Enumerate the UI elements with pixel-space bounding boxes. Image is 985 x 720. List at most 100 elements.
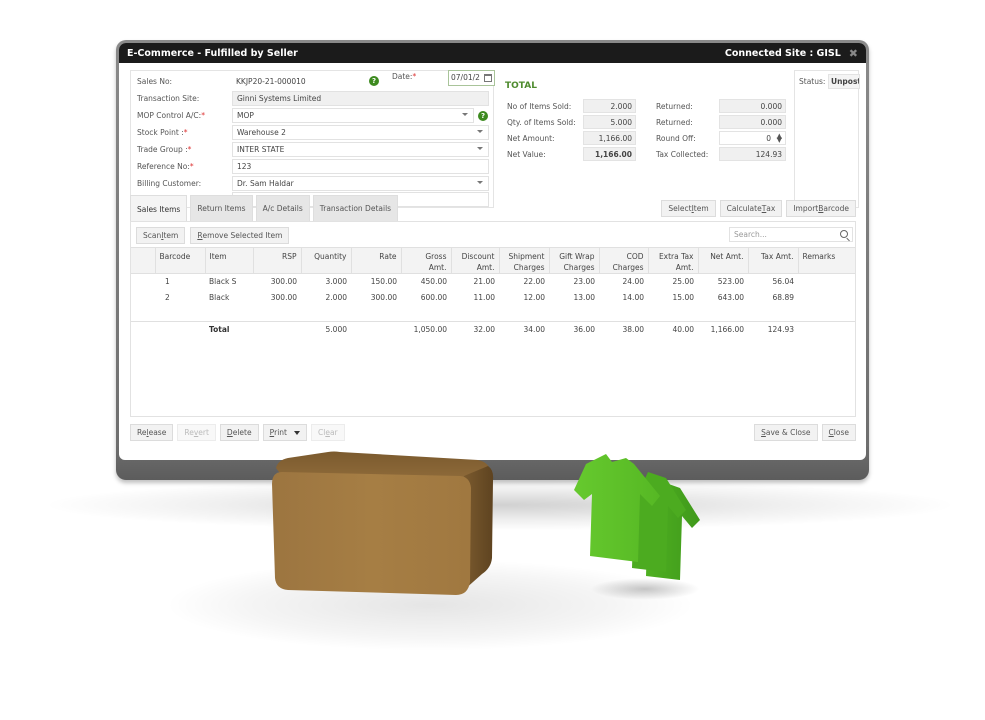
clear-button[interactable]: Cl e ar [310,424,345,441]
col-header-rate[interactable]: Rate [351,247,402,274]
btn-text: ease [148,428,167,437]
release-button[interactable]: Re l ease [130,424,174,441]
btn-text: Import [793,204,819,213]
col-header-item[interactable]: Item [205,247,254,274]
net-amount-value: 1,166.00 [583,131,636,145]
search-input[interactable]: Search... [729,227,853,242]
cell-cod-charges[interactable]: 14.00 [599,290,648,306]
btn-text: Cl [317,428,326,437]
col-header-net-amt[interactable]: Net Amt. [698,247,749,274]
billing-customer-select[interactable]: Dr. Sam Haldar [232,176,489,191]
col-label: Net Amt. [710,252,744,261]
returned-qty-label: Returned: [656,117,693,127]
search-icon[interactable] [840,230,848,238]
cell-item[interactable]: Black [205,290,253,306]
delete-button[interactable]: Delete [219,424,259,441]
cardboard-box-illustration [272,451,494,595]
mop-control-select[interactable]: MOP [232,108,474,123]
round-off-spinner[interactable]: 0 ▲ ▼ [719,131,786,145]
cell-remarks[interactable] [798,290,855,306]
cell-shipment-charges[interactable]: 22.00 [499,274,549,290]
col-header-rsp[interactable]: RSP [253,247,302,274]
col-header-gross-amt[interactable]: Gross Amt. [401,247,452,274]
trade-group-select[interactable]: INTER STATE [232,142,489,157]
cell-rate[interactable]: 150.00 [351,274,401,290]
col-header-extra-tax-amt[interactable]: Extra Tax Amt. [648,247,699,274]
print-button[interactable]: Print [262,424,307,441]
total-gift-wrap-charges: 36.00 [549,321,599,338]
cell-gross-amt[interactable]: 600.00 [401,290,451,306]
cell-net-amt[interactable]: 523.00 [698,274,748,290]
required-mark: * [183,128,188,137]
cell-quantity[interactable]: 2.000 [301,290,351,306]
cell-tax-amt[interactable]: 68.89 [748,290,798,306]
cell-shipment-charges[interactable]: 12.00 [499,290,549,306]
remove-selected-item-button[interactable]: Remove Selected Item [190,227,290,244]
table-row[interactable]: 1 Black S 300.00 3.000 150.00 450.00 21.00 22.0… [131,274,855,290]
col-header-discount-amt[interactable]: Discount Amt. [451,247,500,274]
total-select [131,321,155,338]
cell-cod-charges[interactable]: 24.00 [599,274,648,290]
cell-rsp[interactable]: 300.00 [253,274,301,290]
cell-item[interactable]: Black S [205,274,253,290]
save-close-button[interactable]: Save & Close [754,424,818,441]
col-label: Barcode [159,252,191,261]
col-label: Tax Amt. [760,252,794,261]
date-input[interactable]: 07/01/2 [448,70,495,86]
caret-down-icon[interactable] [293,430,300,435]
sales-no-help-icon[interactable]: ? [369,76,379,86]
returned-items-label: Returned: [656,101,693,111]
returned-qty-value: 0.000 [719,115,786,129]
calculate-tax-button[interactable]: Calculate Tax [719,200,783,217]
date-value: 07/01/2 [451,73,480,82]
cell-quantity[interactable]: 3.000 [301,274,351,290]
tab-transaction-details[interactable]: Transaction Details [312,195,399,221]
import-barcode-button[interactable]: Import Barcode [786,200,856,217]
cell-discount-amt[interactable]: 11.00 [451,290,499,306]
header-area: Sales No: KKJP20-21-000010 ? Transaction… [119,63,866,213]
tab-actions: Select Item Calculate Tax Import Barcode [661,200,856,217]
cell-barcode[interactable]: 1 [155,274,205,290]
cell-rate[interactable]: 300.00 [351,290,401,306]
col-label: Extra Tax [658,252,694,261]
col-header-remarks[interactable]: Remarks [798,247,855,274]
calendar-icon[interactable] [484,74,492,82]
revert-button[interactable]: Re v ert [177,424,216,441]
cell-discount-amt[interactable]: 21.00 [451,274,499,290]
col-header-cod-charges[interactable]: COD Charges [599,247,649,274]
col-header-tax-amt[interactable]: Tax Amt. [748,247,799,274]
stock-point-select[interactable]: Warehouse 2 [232,125,489,140]
col-header-barcode[interactable]: Barcode [155,247,206,274]
cell-gross-amt[interactable]: 450.00 [401,274,451,290]
close-button[interactable]: Close [821,424,856,441]
cell-remarks[interactable] [798,274,855,290]
cell-barcode[interactable]: 2 [155,290,205,306]
select-item-button[interactable]: Select Item [661,200,716,217]
col-header-select[interactable] [131,247,156,274]
cell-extra-tax-amt[interactable]: 25.00 [648,274,698,290]
cell-net-amt[interactable]: 643.00 [698,290,748,306]
cell-gift-wrap-charges[interactable]: 23.00 [549,274,599,290]
tab-ac-details[interactable]: A/c Details [255,195,310,221]
total-gross-amt: 1,050.00 [401,321,451,338]
col-header-gift-wrap-charges[interactable]: Gift Wrap Charges [549,247,600,274]
tab-sales-items[interactable]: Sales Items [130,195,188,222]
col-header-shipment-charges[interactable]: Shipment Charges [499,247,550,274]
mop-help-icon[interactable]: ? [478,111,488,121]
table-row[interactable]: 2 Black 300.00 2.000 300.00 600.00 11.00 12.00 1… [131,290,855,306]
cell-select[interactable] [131,274,155,290]
btn-text: elete [232,428,252,437]
col-header-quantity[interactable]: Quantity [301,247,352,274]
tab-return-items[interactable]: Return Items [190,195,253,221]
cell-gift-wrap-charges[interactable]: 13.00 [549,290,599,306]
cell-select[interactable] [131,290,155,306]
required-mark: * [187,145,192,154]
close-x-icon[interactable]: ✖ [849,47,858,60]
cell-rsp[interactable]: 300.00 [253,290,301,306]
reference-no-input[interactable]: 123 [232,159,489,174]
cell-extra-tax-amt[interactable]: 15.00 [648,290,698,306]
spinner-arrows-icon[interactable]: ▲ ▼ [777,133,782,144]
cell-tax-amt[interactable]: 56.04 [748,274,798,290]
scan-item-button[interactable]: Scan Item [136,227,186,244]
empty-cell [131,306,855,322]
